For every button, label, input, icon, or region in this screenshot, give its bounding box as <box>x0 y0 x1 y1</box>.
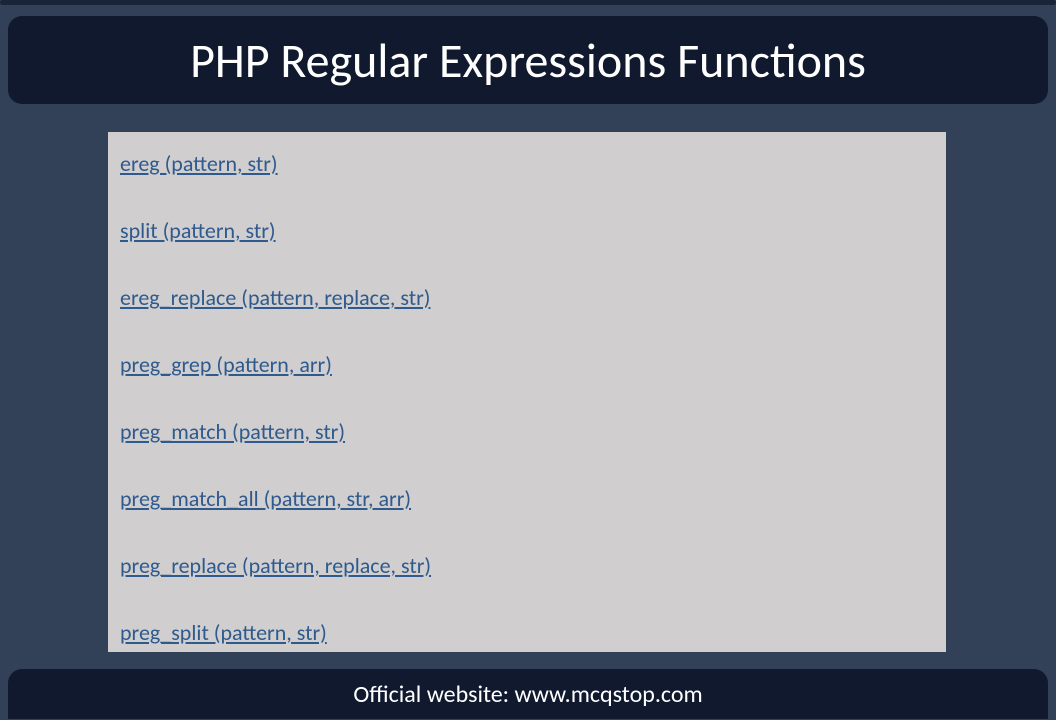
function-link-ereg-replace[interactable]: ereg_replace (pattern, replace, str) <box>120 284 934 311</box>
top-border-strip <box>0 0 1056 5</box>
function-link-preg-match[interactable]: preg_match (pattern, str) <box>120 418 934 445</box>
page-title: PHP Regular Expressions Functions <box>190 31 866 90</box>
footer-bar: Official website: www.mcqstop.com <box>8 669 1048 719</box>
title-bar: PHP Regular Expressions Functions <box>8 16 1048 104</box>
function-link-preg-replace[interactable]: preg_replace (pattern, replace, str) <box>120 552 934 579</box>
function-link-ereg[interactable]: ereg (pattern, str) <box>120 150 934 177</box>
function-link-split[interactable]: split (pattern, str) <box>120 217 934 244</box>
function-link-preg-grep[interactable]: preg_grep (pattern, arr) <box>120 351 934 378</box>
function-link-preg-split[interactable]: preg_split (pattern, str) <box>120 619 934 646</box>
footer-text: Official website: www.mcqstop.com <box>353 680 702 709</box>
content-panel: ereg (pattern, str) split (pattern, str)… <box>108 132 946 652</box>
function-link-preg-match-all[interactable]: preg_match_all (pattern, str, arr) <box>120 485 934 512</box>
